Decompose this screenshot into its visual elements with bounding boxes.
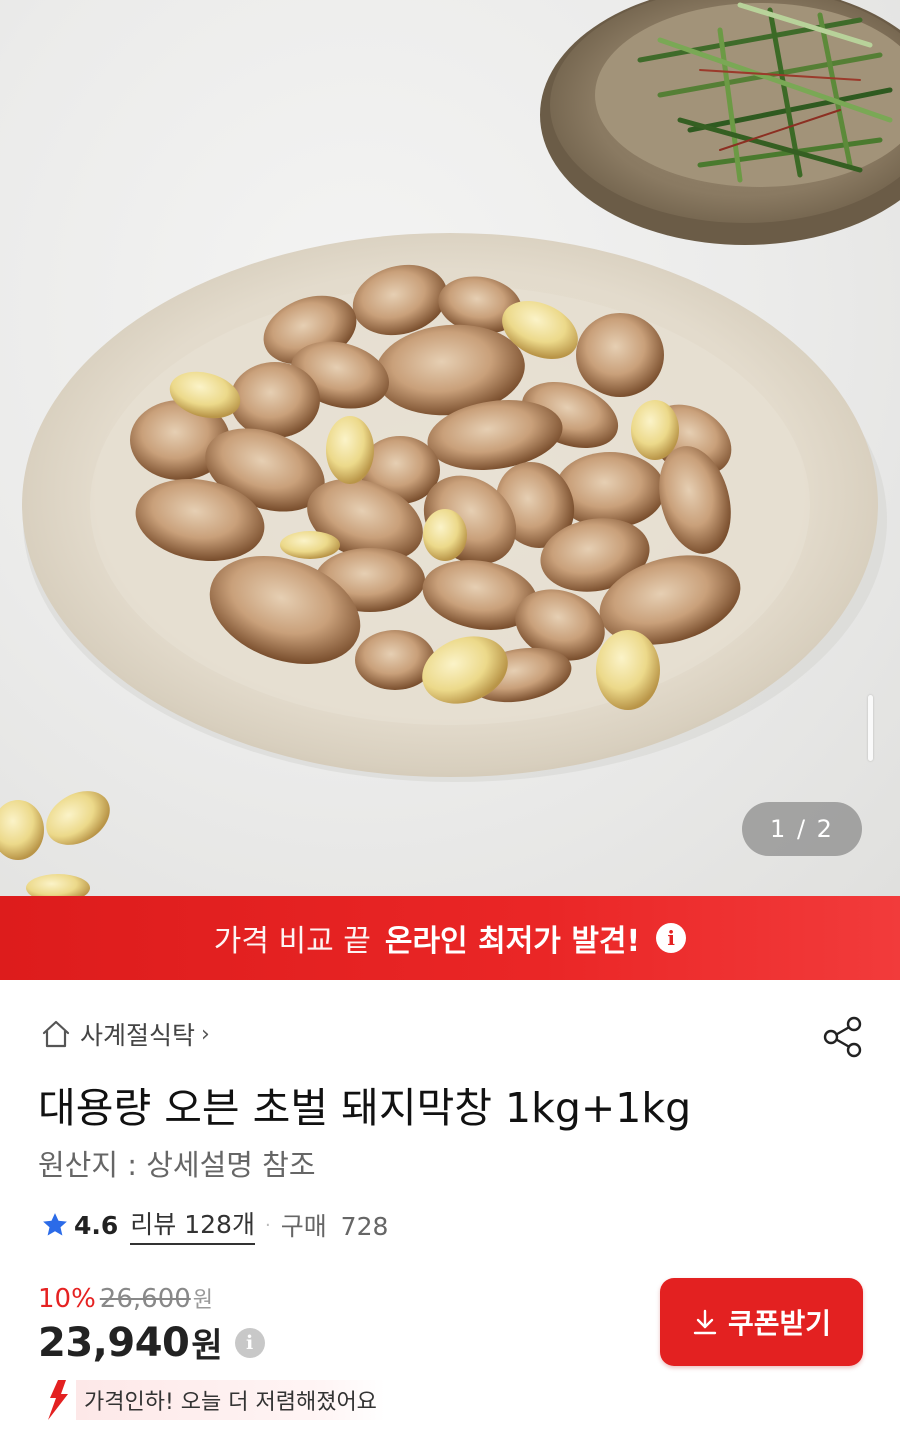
separator-dot: · [264,1214,271,1236]
coupon-button-label: 쿠폰받기 [727,1307,832,1340]
share-icon[interactable] [820,1014,866,1060]
purchase-label: 구매 [280,1212,327,1241]
final-price-row: 23,940 원 i [38,1318,265,1367]
rating-score: 4.6 [74,1210,119,1240]
rating-row: 4.6 리뷰 128개 · 구매 728 [40,1205,388,1245]
promo-light-text: 가격 비교 끝 [213,924,371,959]
original-price-unit: 원 [192,1288,214,1313]
discount-percent: 10% [38,1284,96,1314]
store-link[interactable]: 사계절식탁 › [40,1016,210,1052]
final-price: 23,940 [38,1319,190,1366]
coupon-download-button[interactable]: 쿠폰받기 [660,1278,863,1366]
star-icon [43,1213,67,1236]
price-drop-text: 가격인하! 오늘 더 저렴해졌어요 [76,1380,385,1420]
product-photo [0,0,900,896]
original-price: 26,600 [99,1284,191,1314]
lowest-price-banner[interactable]: 가격 비교 끝 온라인 최저가 발견! i [0,896,900,980]
product-title: 대용량 오븐 초벌 돼지막창 1kg+1kg [38,1084,692,1132]
purchase-count: 구매 728 [281,1207,389,1243]
image-scroll-indicator [868,695,873,761]
price-info-icon[interactable]: i [234,1327,265,1358]
chevron-right-icon: › [201,1021,210,1047]
price-drop-notice: 가격인하! 오늘 더 저렴해졌어요 [38,1378,385,1422]
home-icon [42,1020,70,1048]
promo-bold-text: 온라인 최저가 발견! [384,924,641,959]
price-drop-arrow-icon [48,1380,68,1420]
image-page-counter: 1 / 2 [742,802,862,856]
product-image-carousel[interactable]: 1 / 2 [0,0,900,896]
purchase-number: 728 [340,1212,389,1241]
info-icon[interactable]: i [656,923,687,953]
review-count-link[interactable]: 리뷰 128개 [130,1205,255,1245]
discount-row: 10% 26,600 원 [38,1282,265,1314]
price-block: 10% 26,600 원 23,940 원 i [38,1282,265,1367]
download-icon [693,1309,717,1335]
final-price-unit: 원 [191,1326,223,1366]
product-origin: 원산지 : 상세설명 참조 [38,1148,316,1182]
store-name: 사계절식탁 [80,1021,196,1050]
